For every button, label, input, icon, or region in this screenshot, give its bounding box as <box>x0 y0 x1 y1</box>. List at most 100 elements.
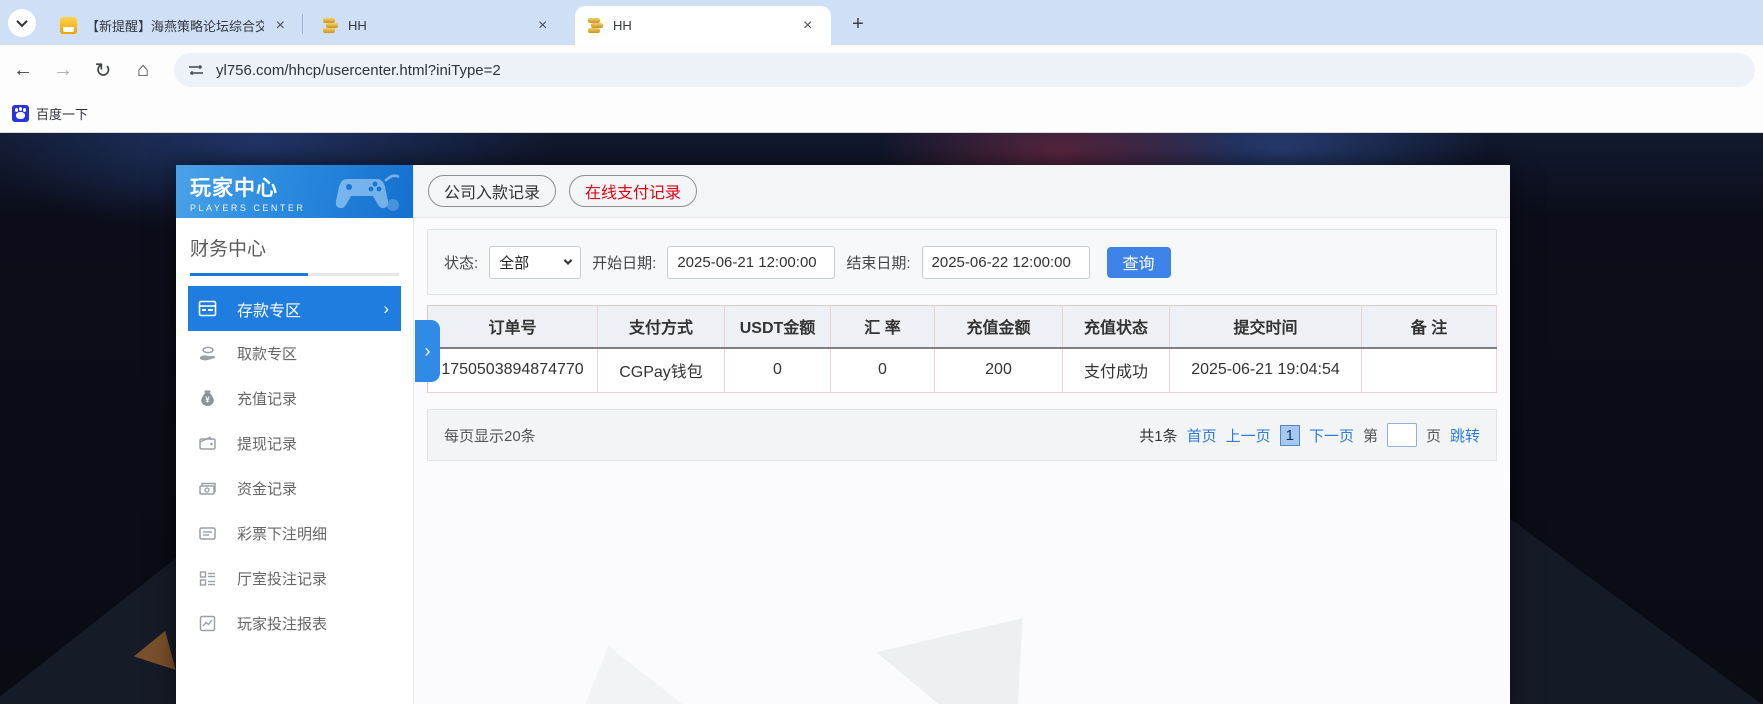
home-button[interactable]: ⌂ <box>126 53 160 87</box>
tab-title: 【新提醒】海燕策略论坛综合交 <box>86 19 264 34</box>
url-text: yl756.com/hhcp/usercenter.html?iniType=2 <box>216 61 501 79</box>
sidebar-section: 财务中心 <box>176 218 413 276</box>
end-date-input[interactable] <box>921 245 1090 279</box>
sidebar-item-player-report[interactable]: 玩家投注报表 <box>176 601 413 646</box>
prev-page-link[interactable]: 上一页 <box>1226 425 1271 446</box>
browser-tab-active[interactable]: HH × <box>575 6 831 45</box>
forward-button[interactable]: → <box>46 53 80 87</box>
page-background: 玩家中心 PLAYERS CENTER 财务中心 存款专区 › 取款专区 ¥ 充… <box>0 133 1763 704</box>
sidebar-item-label: 取款专区 <box>237 346 298 363</box>
sidebar-item-recharge-record[interactable]: ¥ 充值记录 <box>176 376 413 421</box>
main-content: 公司入款记录 在线支付记录 状态: 全部 开始日期: 结束日期: 查询 <box>414 165 1510 704</box>
withdraw-icon <box>200 346 215 361</box>
records-table: 订单号 支付方式 USDT金额 汇 率 充值金额 充值状态 提交时间 备 注 1… <box>427 305 1497 393</box>
jump-prefix: 第 <box>1362 427 1378 445</box>
section-title: 财务中心 <box>190 239 267 260</box>
tab-title: HH <box>613 18 632 33</box>
page-jump-input[interactable] <box>1386 423 1417 447</box>
cell-recharge-status: 支付成功 <box>1062 347 1170 393</box>
cell-usdt-amount: 0 <box>724 347 831 393</box>
next-page-link[interactable]: 下一页 <box>1309 425 1354 446</box>
baidu-paw-icon <box>12 105 29 122</box>
svg-text:¥: ¥ <box>205 396 210 405</box>
tab-online-payment-record[interactable]: 在线支付记录 <box>569 175 698 207</box>
col-pay-method: 支付方式 <box>597 305 725 349</box>
gamepad-icon <box>335 174 400 211</box>
chevron-right-icon: › <box>383 298 389 318</box>
col-rate: 汇 率 <box>830 305 935 349</box>
player-report-icon <box>199 615 216 632</box>
total-count: 共1条 <box>1139 427 1178 445</box>
close-icon[interactable]: × <box>535 17 550 34</box>
reload-button[interactable]: ↻ <box>86 53 120 87</box>
close-icon[interactable]: × <box>800 17 815 34</box>
cell-rate: 0 <box>830 347 935 393</box>
sidebar-item-label: 彩票下注明细 <box>237 526 328 543</box>
sidebar-collapse-handle[interactable]: › <box>415 320 440 382</box>
bookmarks-bar: 百度一下 <box>0 95 1763 133</box>
first-page-link[interactable]: 首页 <box>1187 425 1217 446</box>
message-icon <box>60 17 77 34</box>
lottery-detail-icon <box>199 527 216 540</box>
sidebar-item-funds-record[interactable]: 资金记录 <box>176 466 413 511</box>
browser-tab[interactable]: HH × <box>310 6 562 45</box>
sidebar-menu: 存款专区 › 取款专区 ¥ 充值记录 提现记录 资金记录 彩票下注明细 厅室投注… <box>176 286 413 646</box>
bookmark-label: 百度一下 <box>36 107 89 122</box>
hall-bet-icon <box>199 571 215 586</box>
search-button[interactable]: 查询 <box>1106 246 1171 278</box>
record-tabs: 公司入款记录 在线支付记录 <box>414 165 1510 218</box>
sidebar-header: 玩家中心 PLAYERS CENTER <box>176 165 413 218</box>
pagination-bar: 每页显示20条 共1条 首页 上一页 1 下一页 第 页 跳转 <box>427 409 1497 461</box>
pagination-controls: 共1条 首页 上一页 1 下一页 第 页 跳转 <box>1139 423 1480 447</box>
funds-record-icon <box>199 482 216 495</box>
col-submit-time: 提交时间 <box>1169 305 1362 349</box>
player-center-panel: 玩家中心 PLAYERS CENTER 财务中心 存款专区 › 取款专区 ¥ 充… <box>176 165 1510 704</box>
bookmark-baidu[interactable]: 百度一下 <box>12 104 88 123</box>
col-remark: 备 注 <box>1361 305 1497 349</box>
col-order-id: 订单号 <box>427 305 598 349</box>
recharge-record-icon: ¥ <box>201 390 214 406</box>
sidebar-item-deposit[interactable]: 存款专区 › <box>188 286 401 331</box>
current-page-badge: 1 <box>1279 424 1300 446</box>
start-date-label: 开始日期: <box>592 254 657 272</box>
decor-triangle <box>521 622 727 704</box>
cell-remark <box>1361 347 1497 393</box>
sidebar-item-label: 充值记录 <box>237 391 298 408</box>
sidebar-item-lottery-detail[interactable]: 彩票下注明细 <box>176 511 413 556</box>
gold-icon <box>587 17 604 34</box>
cashout-record-icon <box>199 436 216 450</box>
new-tab-button[interactable]: + <box>845 11 871 37</box>
status-select[interactable]: 全部 <box>489 245 582 279</box>
table-header-row: 订单号 支付方式 USDT金额 汇 率 充值金额 充值状态 提交时间 备 注 <box>427 305 1497 349</box>
cell-order-id: 1750503894874770 <box>427 347 598 393</box>
tab-company-deposit-record[interactable]: 公司入款记录 <box>428 175 557 207</box>
page-size-text: 每页显示20条 <box>444 427 536 445</box>
sidebar: 玩家中心 PLAYERS CENTER 财务中心 存款专区 › 取款专区 ¥ 充… <box>176 165 414 704</box>
sidebar-item-withdraw[interactable]: 取款专区 <box>176 331 413 376</box>
sidebar-item-label: 资金记录 <box>237 481 298 498</box>
cell-recharge-amount: 200 <box>934 347 1063 393</box>
status-label: 状态: <box>444 254 479 272</box>
end-date-label: 结束日期: <box>846 254 911 272</box>
jump-link[interactable]: 跳转 <box>1450 425 1480 446</box>
sidebar-item-cashout-record[interactable]: 提现记录 <box>176 421 413 466</box>
close-icon[interactable]: × <box>273 17 288 34</box>
browser-tab[interactable]: 【新提醒】海燕策略论坛综合交 × <box>48 6 298 45</box>
address-bar[interactable]: yl756.com/hhcp/usercenter.html?iniType=2 <box>174 53 1755 87</box>
tab-search-button[interactable] <box>8 9 36 37</box>
tab-strip: 【新提醒】海燕策略论坛综合交 × HH × HH × + <box>0 0 1763 45</box>
cell-submit-time: 2025-06-21 19:04:54 <box>1169 347 1362 393</box>
col-recharge-amount: 充值金额 <box>934 305 1063 349</box>
back-button[interactable]: ← <box>6 53 40 87</box>
status-select-value: 全部 <box>499 254 530 272</box>
table-row: 1750503894874770 CGPay钱包 0 0 200 支付成功 20… <box>427 347 1497 393</box>
sidebar-item-label: 提现记录 <box>237 436 298 453</box>
browser-window: 【新提醒】海燕策略论坛综合交 × HH × HH × + ← → ↻ ⌂ yl7… <box>0 0 1763 704</box>
start-date-input[interactable] <box>667 245 836 279</box>
col-recharge-status: 充值状态 <box>1062 305 1170 349</box>
site-settings-icon[interactable] <box>188 62 204 78</box>
tab-title: HH <box>348 18 367 33</box>
sidebar-item-hall-bet[interactable]: 厅室投注记录 <box>176 556 413 601</box>
chevron-down-icon <box>16 15 28 28</box>
jump-suffix: 页 <box>1425 427 1441 445</box>
